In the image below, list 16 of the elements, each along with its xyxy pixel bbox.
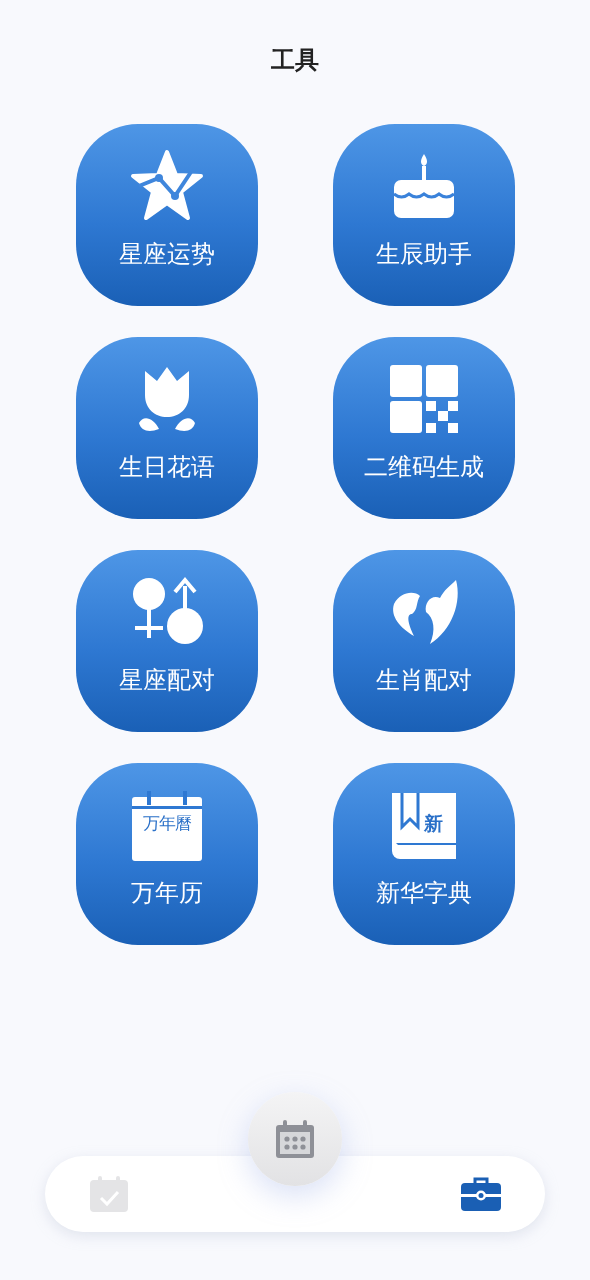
tool-tile[interactable]: 星座运势 — [75, 124, 258, 306]
calendar-check-icon — [89, 1176, 129, 1212]
calendar-icon — [275, 1120, 315, 1158]
page-title: 工具 — [271, 45, 319, 76]
calendar-icon-text: 万年曆 — [142, 812, 191, 835]
tool-tile[interactable]: 生肖配对 — [332, 550, 515, 732]
tool-tile[interactable]: 生日花语 — [75, 337, 258, 519]
tool-tile[interactable]: 新 新华字典 — [332, 763, 515, 945]
tool-tile[interactable]: 星座配对 — [75, 550, 258, 732]
book-icon-text: 新 — [423, 811, 443, 835]
calendar-check-button[interactable] — [89, 1176, 129, 1212]
tool-tile[interactable]: 万年曆 万年历 — [75, 763, 258, 945]
briefcase-icon — [461, 1177, 501, 1211]
tool-tile[interactable]: 二维码生成 — [332, 337, 515, 519]
tool-tile[interactable]: 生辰助手 — [332, 124, 515, 306]
briefcase-button[interactable] — [461, 1176, 501, 1212]
